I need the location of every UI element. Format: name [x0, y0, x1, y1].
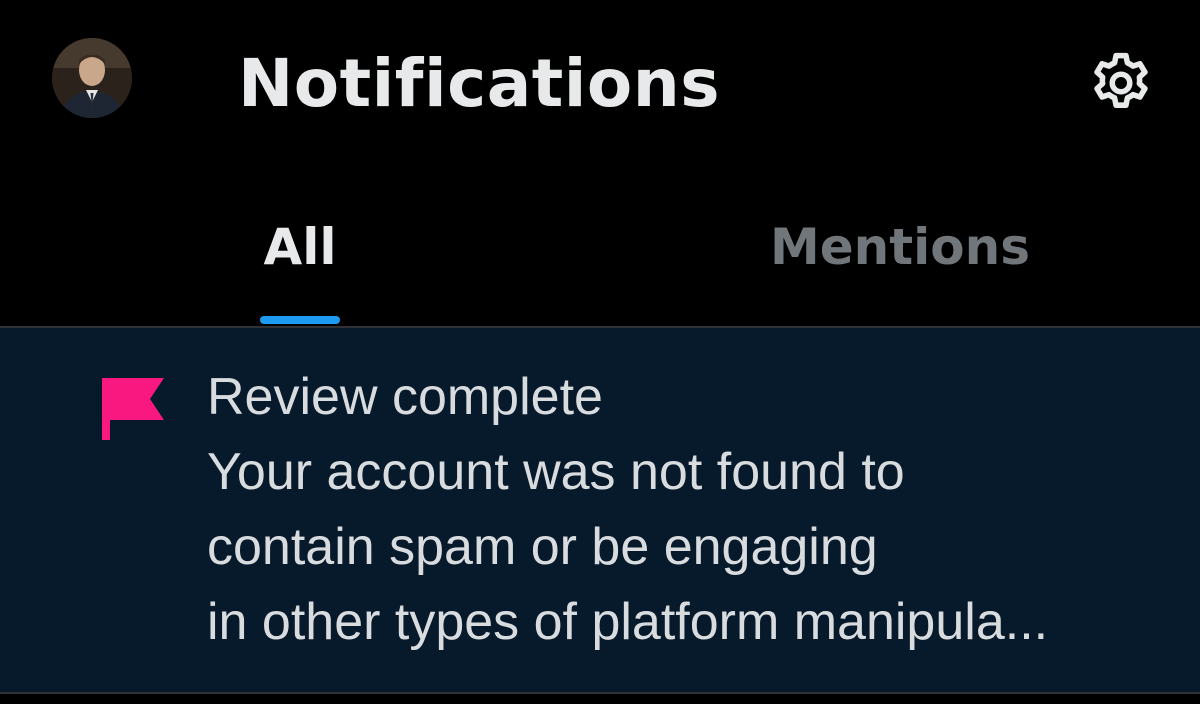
tab-bar: All Mentions [0, 170, 1200, 326]
flag-icon [100, 374, 166, 444]
notification-title: Review complete [207, 368, 603, 426]
tab-mentions[interactable]: Mentions [600, 170, 1200, 326]
tab-all-label: All [263, 218, 337, 276]
tab-mentions-label: Mentions [769, 218, 1030, 276]
notification-item[interactable]: Review complete Your account was not fou… [0, 328, 1200, 692]
tab-all[interactable]: All [0, 170, 600, 326]
gear-icon [1094, 52, 1148, 108]
notification-body-line: Your account was not found to [207, 443, 905, 501]
list-bottom [0, 694, 1200, 704]
user-avatar-icon [52, 38, 132, 118]
active-tab-indicator [260, 316, 340, 324]
avatar[interactable] [52, 38, 132, 118]
top-app-bar: Notifications [0, 0, 1200, 170]
notification-body-line: contain spam or be engaging [207, 518, 878, 576]
page-title: Notifications [238, 45, 721, 122]
notification-body-line: in other types of platform manipula... [207, 593, 1049, 651]
notification-text: Review complete Your account was not fou… [207, 360, 1177, 660]
settings-button[interactable] [1080, 42, 1162, 124]
